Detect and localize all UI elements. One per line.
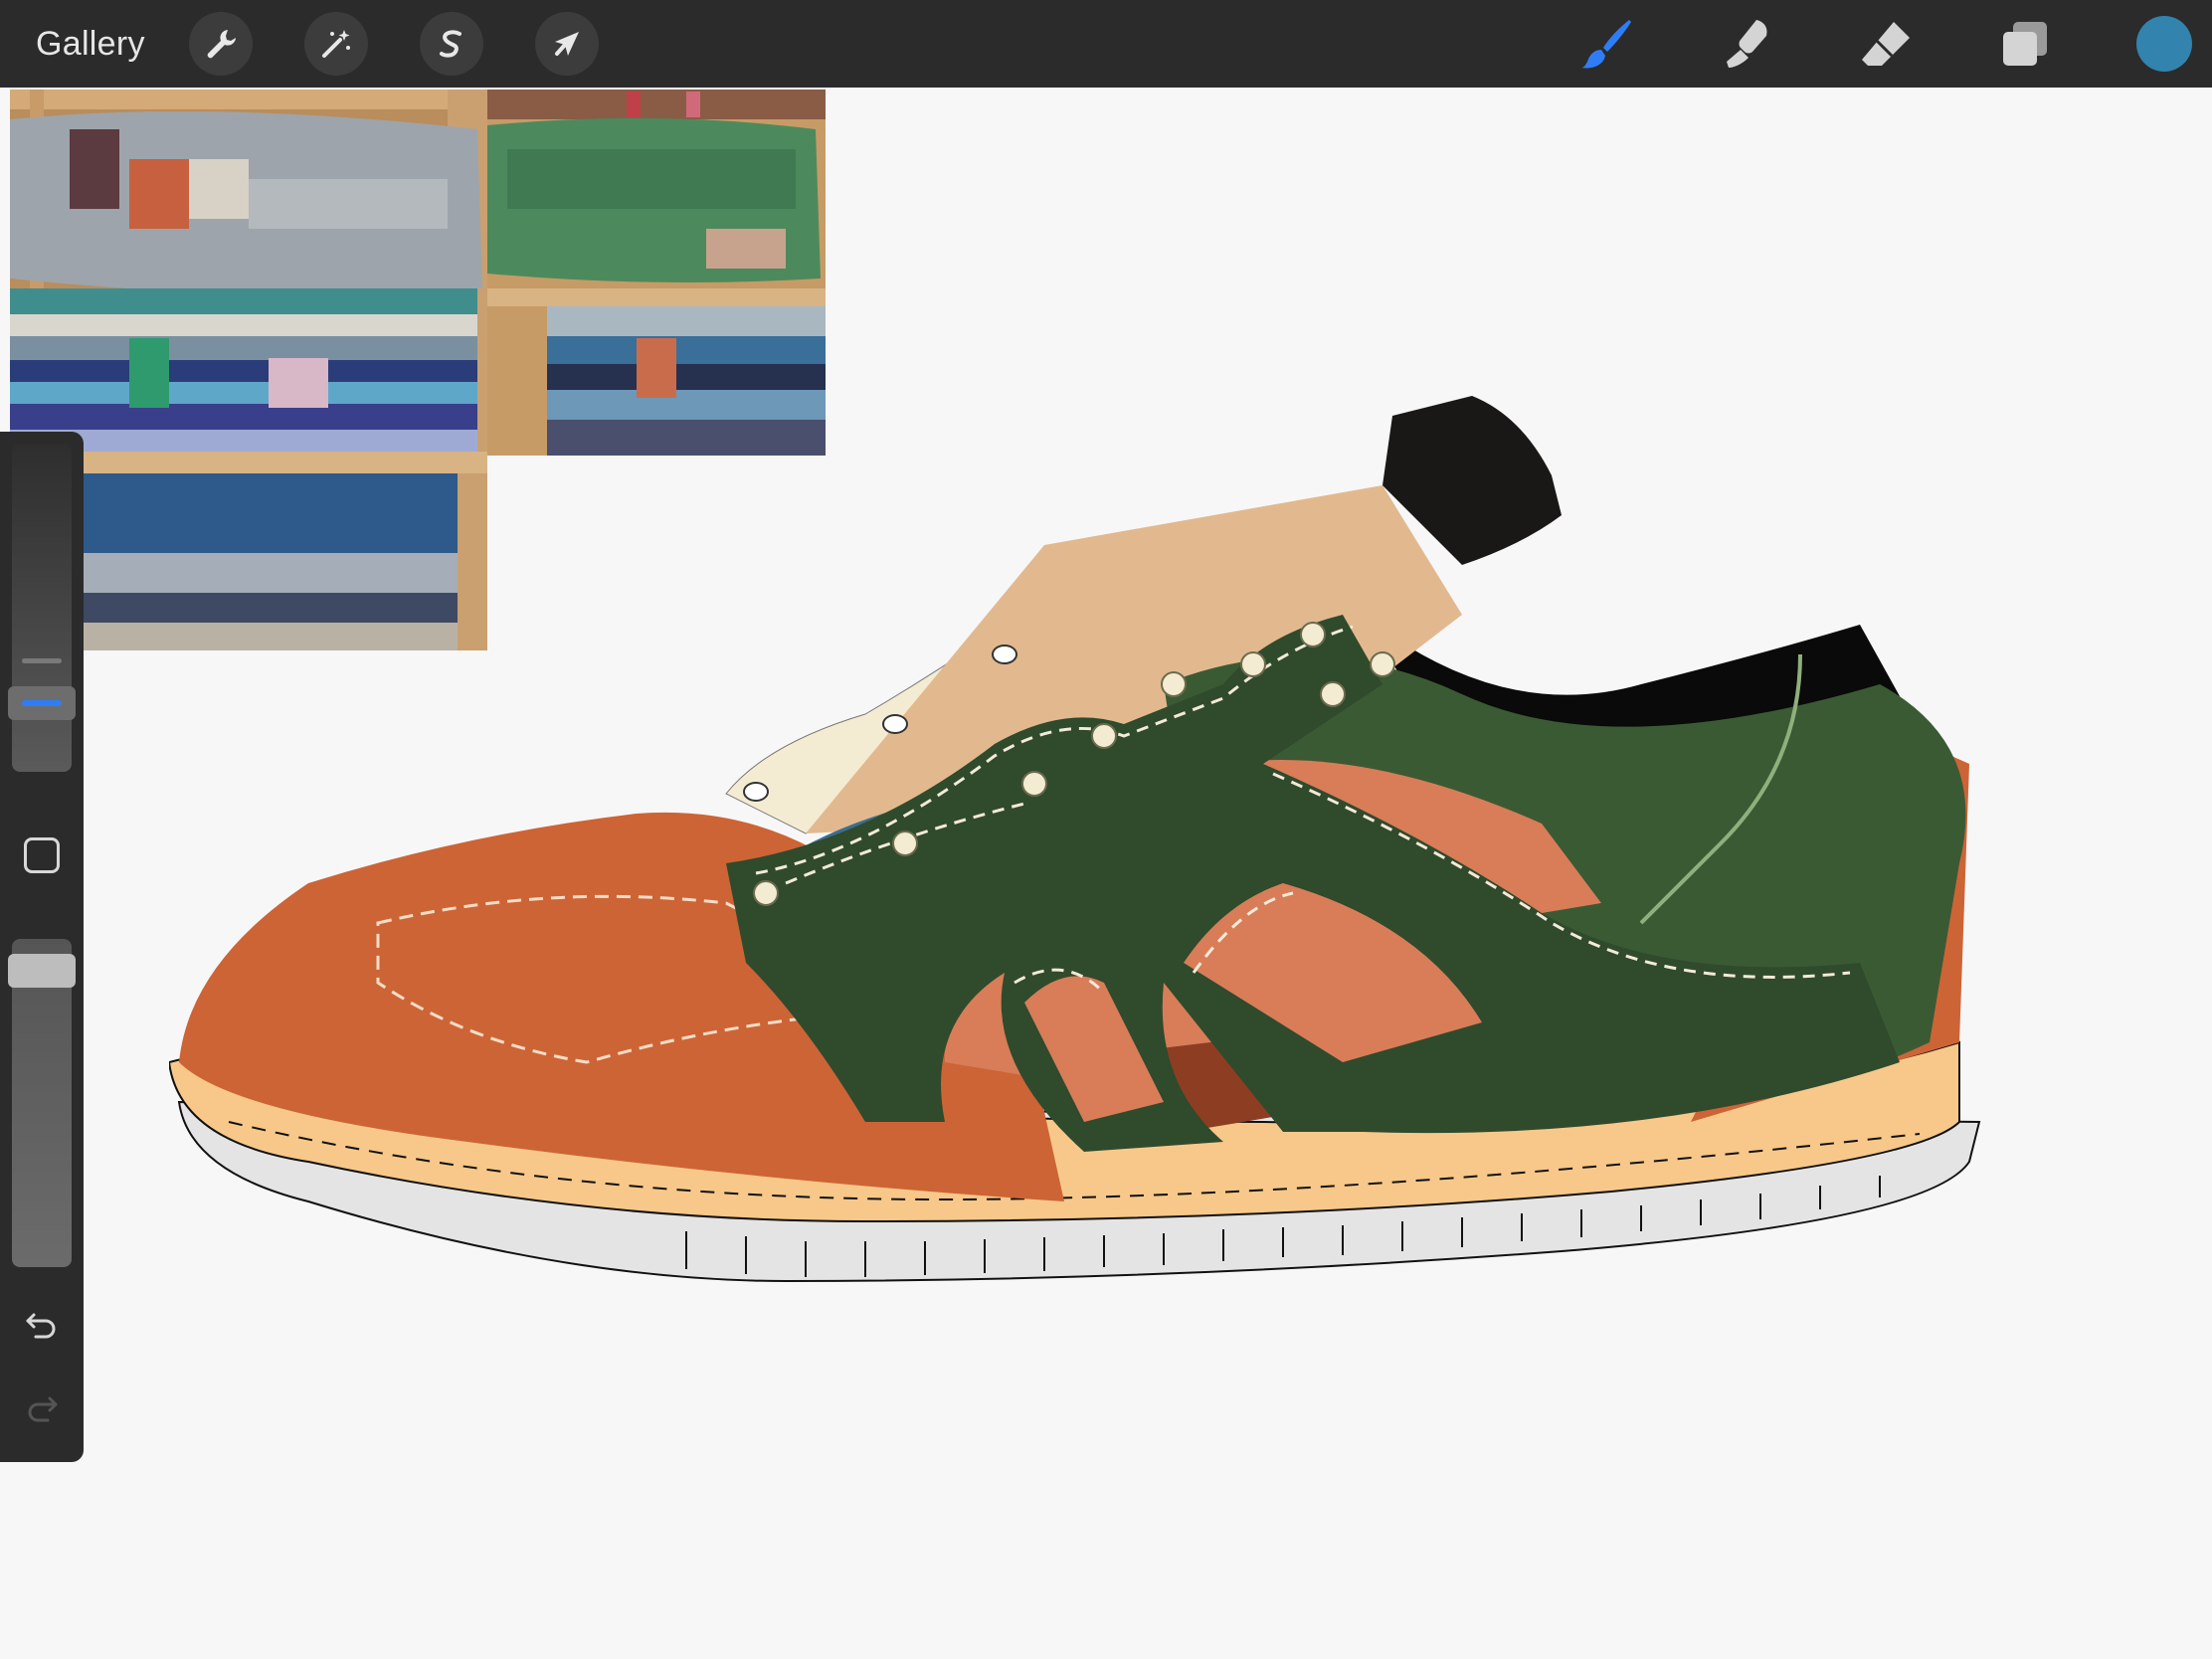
color-picker-button[interactable] (2136, 16, 2192, 72)
transform-button[interactable] (535, 12, 599, 76)
brush-tool-button[interactable] (1577, 14, 1637, 74)
eraser-icon (1862, 22, 1910, 66)
opacity-slider[interactable] (12, 939, 72, 1267)
smudge-icon (1727, 20, 1767, 68)
layers-button[interactable] (1995, 14, 2055, 74)
brush-size-thumb-indicator (22, 699, 62, 706)
arrow-cursor-icon (555, 32, 579, 56)
gallery-button[interactable]: Gallery (36, 20, 145, 68)
wrench-icon (207, 30, 236, 59)
undo-button[interactable] (20, 1303, 64, 1347)
brush-size-slider[interactable] (12, 444, 72, 772)
smudge-tool-button[interactable] (1717, 14, 1776, 74)
undo-icon (26, 1313, 56, 1339)
sneaker-artwork (167, 366, 2138, 1405)
redo-icon (28, 1396, 58, 1422)
brush-icon (1581, 20, 1631, 69)
redo-button[interactable] (20, 1386, 64, 1430)
top-toolbar: Gallery (0, 0, 2212, 88)
adjustments-button[interactable] (304, 12, 368, 76)
eraser-tool-button[interactable] (1856, 14, 1916, 74)
actions-button[interactable] (189, 12, 253, 76)
selection-s-icon (440, 30, 461, 58)
brush-size-tick (22, 658, 62, 663)
drawing-canvas[interactable] (0, 88, 2212, 1659)
modify-button[interactable] (24, 837, 60, 873)
opacity-thumb[interactable] (8, 953, 76, 988)
left-sidebar (0, 432, 84, 1462)
magic-wand-icon (322, 30, 350, 58)
layers-icon (2003, 22, 2047, 66)
brush-size-thumb[interactable] (8, 685, 76, 720)
selection-button[interactable] (420, 12, 483, 76)
